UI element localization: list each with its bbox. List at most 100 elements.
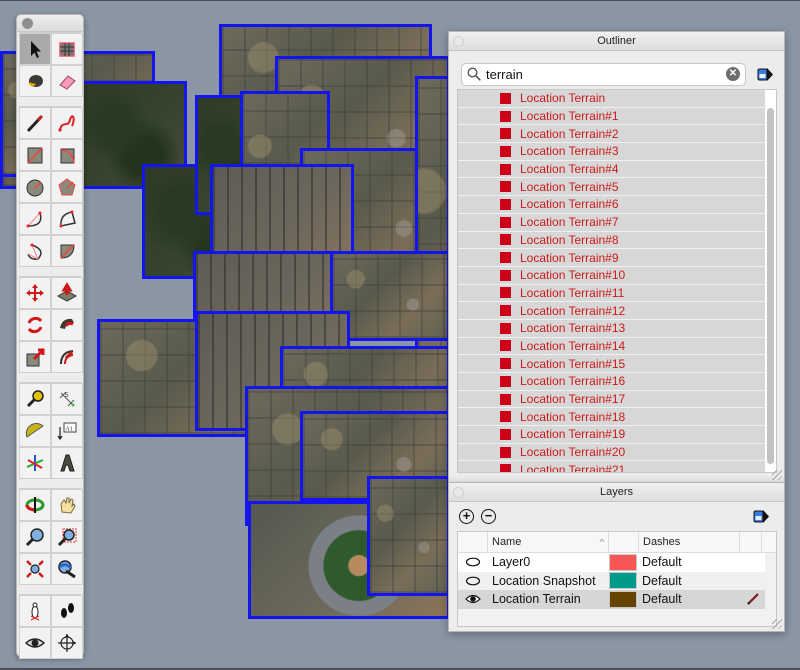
arc-tool-button[interactable]	[19, 203, 51, 235]
eraser-tool-button[interactable]	[51, 65, 83, 97]
outliner-item[interactable]: Location Terrain#17	[458, 390, 765, 409]
outliner-item[interactable]: Location Terrain#2	[458, 125, 765, 144]
outliner-item[interactable]: Location Terrain	[458, 90, 765, 108]
outliner-scrollbar[interactable]	[767, 108, 774, 464]
circle-tool-button[interactable]	[19, 171, 51, 203]
layers-titlebar[interactable]: Layers	[449, 483, 784, 502]
pencil-icon[interactable]	[741, 592, 765, 606]
rotated-rectangle-tool-button[interactable]	[51, 139, 83, 171]
tool-group: 5 A1	[19, 382, 83, 479]
axes-tool-button[interactable]	[19, 447, 51, 479]
polygon-tool-button[interactable]	[51, 171, 83, 203]
scale-tool-button[interactable]	[19, 341, 51, 373]
section-plane-tool-button[interactable]	[51, 627, 83, 659]
close-button[interactable]	[22, 18, 33, 29]
make-component-tool-button[interactable]	[51, 33, 83, 65]
rotate-tool-button[interactable]	[19, 309, 51, 341]
layer-row[interactable]: Layer0 Default	[458, 553, 765, 572]
layer-dashes[interactable]: Default	[640, 592, 741, 606]
orbit-tool-button[interactable]	[19, 489, 51, 521]
clear-search-button[interactable]: ✕	[726, 67, 740, 81]
color-column-header[interactable]	[609, 532, 639, 552]
make-component-icon	[59, 42, 75, 57]
dimension-tool-button[interactable]: 5	[51, 383, 83, 415]
outliner-tree[interactable]: Location Terrain Location Terrain#1 Locati…	[457, 89, 777, 473]
follow-me-tool-button[interactable]	[51, 309, 83, 341]
push-pull-tool-button[interactable]	[51, 277, 83, 309]
outliner-item[interactable]: Location Terrain#18	[458, 408, 765, 427]
outliner-item[interactable]: Location Terrain#9	[458, 249, 765, 267]
outliner-item[interactable]: Location Terrain#12	[458, 302, 765, 320]
layers-details-button[interactable]	[752, 507, 770, 525]
outliner-item[interactable]: Location Terrain#8	[458, 231, 765, 250]
outliner-item[interactable]: Location Terrain#6	[458, 196, 765, 214]
tape-measure-tool-button[interactable]	[19, 383, 51, 415]
layer-dashes[interactable]: Default	[640, 574, 741, 588]
remove-layer-button[interactable]: −	[481, 508, 496, 524]
search-input[interactable]	[486, 66, 726, 82]
rectangle-tool-button[interactable]	[19, 139, 51, 171]
protractor-tool-button[interactable]	[19, 415, 51, 447]
outliner-item[interactable]: Location Terrain#20	[458, 443, 765, 462]
edit-column-header[interactable]	[740, 532, 762, 552]
position-camera-tool-button[interactable]	[19, 595, 51, 627]
outliner-item[interactable]: Location Terrain#7	[458, 213, 765, 232]
outliner-item[interactable]: Location Terrain#15	[458, 355, 765, 373]
outliner-item[interactable]: Location Terrain#4	[458, 160, 765, 179]
dashes-column-header[interactable]: Dashes	[639, 532, 740, 552]
name-column-header[interactable]: Name ^	[488, 532, 609, 552]
layer-row[interactable]: Location Snapshot Default	[458, 571, 765, 590]
layer-dashes[interactable]: Default	[640, 555, 741, 569]
resize-handle[interactable]	[772, 619, 782, 629]
outliner-item[interactable]: Location Terrain#16	[458, 373, 765, 391]
three-point-arc-tool-button[interactable]	[19, 235, 51, 267]
zoom-tool-button[interactable]	[19, 521, 51, 553]
walk-tool-button[interactable]	[51, 595, 83, 627]
outliner-details-button[interactable]	[756, 65, 774, 83]
text-tool-button[interactable]: A1	[51, 415, 83, 447]
line-tool-button[interactable]	[19, 107, 51, 139]
panel-close-button[interactable]	[453, 487, 464, 498]
layer-color-swatch[interactable]	[609, 572, 637, 590]
pan-tool-button[interactable]	[51, 489, 83, 521]
offset-tool-button[interactable]	[51, 341, 83, 373]
outliner-titlebar[interactable]: Outliner	[449, 32, 784, 51]
outliner-item[interactable]: Location Terrain#21	[458, 461, 765, 472]
move-tool-button[interactable]	[19, 277, 51, 309]
layer-color-swatch[interactable]	[609, 553, 637, 571]
outliner-item[interactable]: Location Terrain#10	[458, 266, 765, 285]
previous-view-tool-button[interactable]	[51, 553, 83, 585]
outliner-item[interactable]: Location Terrain#3	[458, 143, 765, 161]
paint-bucket-tool-button[interactable]	[19, 65, 51, 97]
outliner-item[interactable]: Location Terrain#11	[458, 284, 765, 303]
freehand-tool-button[interactable]	[51, 107, 83, 139]
two-point-arc-tool-button[interactable]	[51, 203, 83, 235]
tool-palette-titlebar[interactable]	[17, 15, 83, 32]
zoom-extents-tool-button[interactable]	[19, 553, 51, 585]
outliner-item[interactable]: Location Terrain#5	[458, 178, 765, 197]
layer-row[interactable]: Location Terrain Default	[458, 590, 765, 609]
eye-closed-icon[interactable]	[458, 557, 488, 567]
zoom-window-tool-button[interactable]	[51, 521, 83, 553]
layer-color-swatch[interactable]	[609, 590, 637, 608]
outliner-item[interactable]: Location Terrain#1	[458, 107, 765, 126]
pie-tool-button[interactable]	[51, 235, 83, 267]
outliner-item[interactable]: Location Terrain#14	[458, 337, 765, 356]
tool-group	[19, 276, 83, 373]
look-around-icon	[24, 638, 46, 648]
eye-open-icon[interactable]	[458, 594, 488, 604]
terrain-tile[interactable]	[367, 476, 450, 596]
eye-closed-icon[interactable]	[458, 576, 488, 586]
outliner-item[interactable]: Location Terrain#19	[458, 426, 765, 444]
layers-panel: Layers + − Name ^ Dashes Layer0 Default Lo…	[448, 482, 785, 632]
select-tool-button[interactable]	[19, 33, 51, 65]
outliner-item[interactable]: Location Terrain#13	[458, 319, 765, 338]
outliner-search-field[interactable]: ✕	[461, 62, 746, 86]
look-around-tool-button[interactable]	[19, 627, 51, 659]
panel-close-button[interactable]	[453, 36, 464, 47]
visible-column-header[interactable]	[458, 532, 488, 552]
3d-text-tool-button[interactable]	[51, 447, 83, 479]
resize-handle[interactable]	[772, 470, 782, 480]
add-layer-button[interactable]: +	[459, 508, 474, 524]
protractor-icon	[25, 422, 44, 438]
